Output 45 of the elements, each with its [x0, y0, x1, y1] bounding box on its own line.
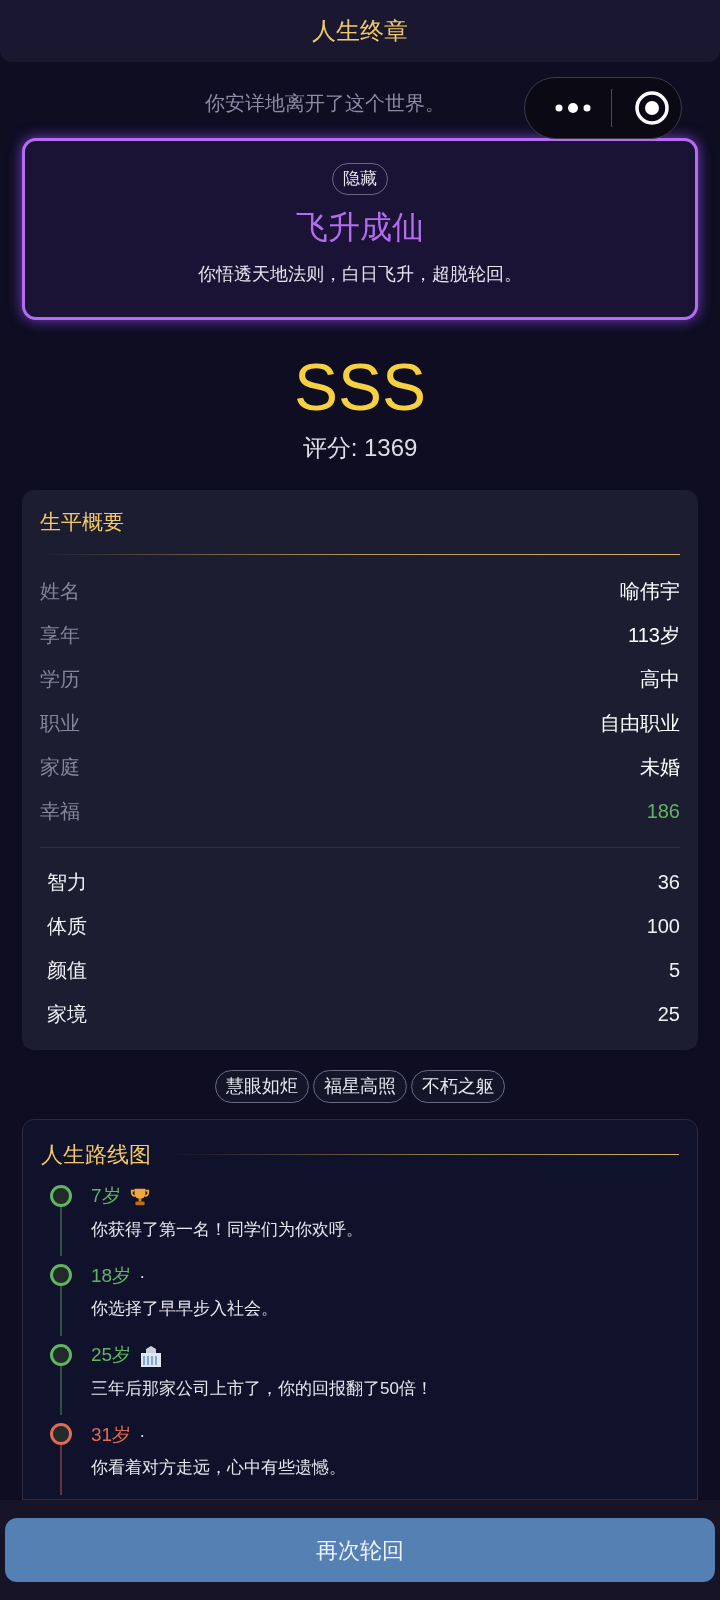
- fact-label: 享年: [40, 622, 80, 648]
- attribute-label: 体质: [47, 913, 87, 939]
- subtitle: 你安详地离开了这个世界。: [205, 91, 446, 116]
- fact-value: 自由职业: [600, 710, 680, 736]
- section-title: 人生路线图: [41, 1140, 151, 1169]
- attribute-label: 家境: [47, 1001, 87, 1027]
- close-icon[interactable]: [634, 90, 670, 126]
- event-age: 7岁: [91, 1184, 121, 1209]
- fact-label: 职业: [40, 710, 80, 736]
- attribute-value: 100: [646, 913, 680, 939]
- section-title: 生平概要: [40, 509, 125, 535]
- attribute-value: 25: [657, 1001, 680, 1027]
- retry-button[interactable]: 再次轮回: [5, 1518, 715, 1582]
- event-text: 你看着对方走远，心中有些遗憾。: [91, 1457, 346, 1479]
- fact-value: 186: [646, 798, 680, 824]
- event-age: 31岁: [91, 1422, 132, 1447]
- ending-title: 飞升成仙: [296, 208, 424, 247]
- score: 评分: 1369: [302, 433, 418, 463]
- more-icon[interactable]: [553, 101, 593, 115]
- building-icon: [139, 1344, 164, 1367]
- fact-label: 家庭: [40, 754, 80, 780]
- event-text: 三年后那家公司上市了，你的回报翻了50倍！: [91, 1377, 433, 1400]
- talent-tag: 慧眼如炬: [215, 1069, 309, 1103]
- fact-label: 姓名: [40, 578, 80, 604]
- ending-description: 你悟透天地法则，白日飞升，超脱轮回。: [198, 263, 522, 286]
- attribute-value: 36: [657, 869, 680, 895]
- grade: SSS: [293, 349, 427, 426]
- talent-tag: 不朽之躯: [411, 1069, 505, 1103]
- event-marker: ·: [139, 1423, 146, 1447]
- event-marker: ·: [139, 1264, 146, 1288]
- event-age: 18岁: [91, 1263, 132, 1288]
- fact-value: 喻伟宇: [620, 578, 680, 604]
- fact-value: 未婚: [640, 754, 680, 780]
- fact-value: 高中: [640, 666, 680, 692]
- event-text: 你获得了第一名！同学们为你欢呼。: [91, 1218, 363, 1241]
- page-title: 人生终章: [312, 16, 408, 46]
- event-age: 25岁: [91, 1343, 132, 1368]
- fact-value: 113岁: [628, 622, 680, 648]
- fact-label: 学历: [40, 666, 80, 692]
- attribute-label: 颜值: [47, 957, 87, 983]
- event-text: 你选择了早早步入社会。: [91, 1298, 278, 1320]
- fact-label: 幸福: [40, 798, 80, 824]
- attribute-label: 智力: [47, 869, 87, 895]
- talent-tag: 福星高照: [313, 1069, 407, 1103]
- attribute-value: 5: [668, 957, 680, 983]
